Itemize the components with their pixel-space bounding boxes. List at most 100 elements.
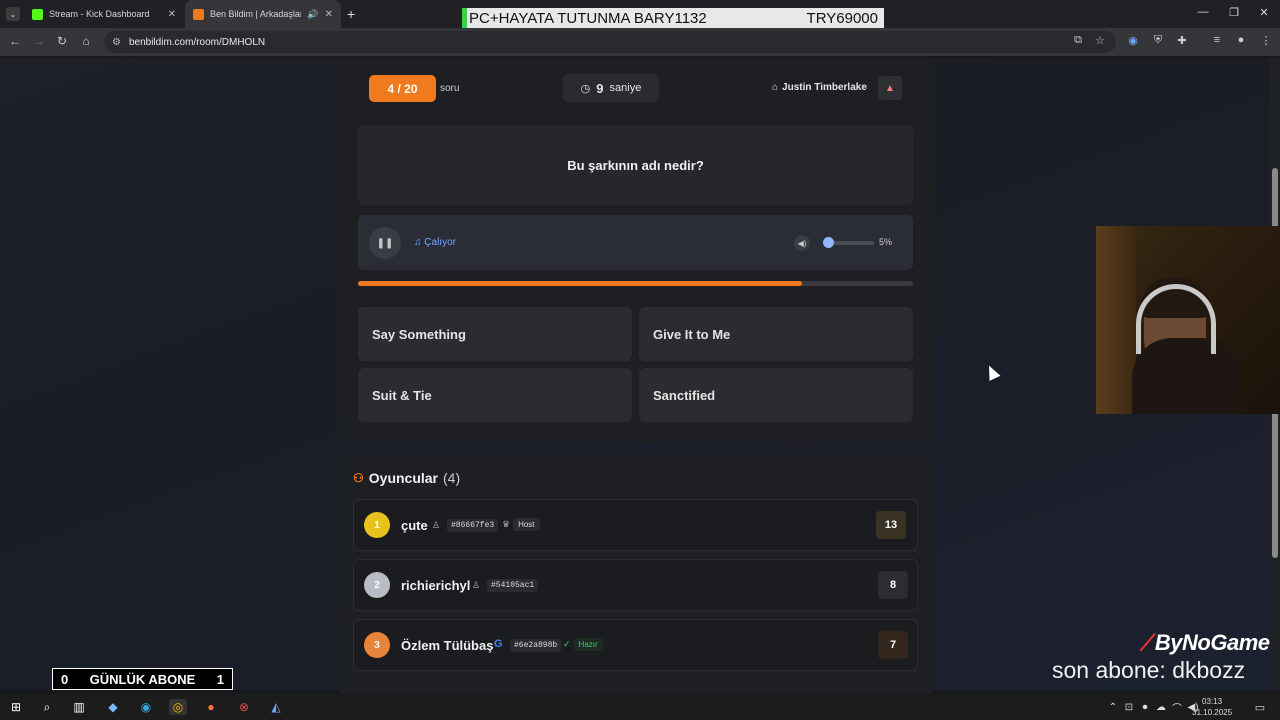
minimize-icon[interactable]: — — [1195, 6, 1211, 18]
clock-date: 31.10.2025 — [1192, 708, 1233, 717]
site-info-icon[interactable]: ⚙ — [112, 37, 121, 48]
volume-icon[interactable]: ◀) — [794, 235, 810, 251]
install-app-icon[interactable]: ⧉ — [1070, 34, 1086, 47]
music-note-icon: ♫ — [414, 237, 422, 248]
timer: ◷ 9 saniye — [563, 74, 659, 102]
start-icon[interactable]: ⊞ — [7, 699, 25, 715]
time-progress-fill — [358, 281, 802, 286]
artist-tag: ⌂ Justin Timberlake — [772, 82, 867, 93]
timer-unit: saniye — [609, 82, 642, 94]
player-id-tag: #86667fe3 — [447, 519, 499, 532]
sub-count-left: 0 — [61, 671, 69, 687]
kick-icon — [32, 8, 43, 20]
sub-count-right: 1 — [216, 671, 224, 687]
question-progress-badge: 4 / 20 — [369, 75, 436, 102]
steam-icon[interactable]: ◭ — [267, 699, 285, 715]
tab-benbildim[interactable]: Ben Bildim | Arkadaşlarınla 🔊 ✕ — [185, 0, 341, 28]
sub-label: GÜNLÜK ABONE — [89, 671, 196, 687]
users-icon: ⚇ — [353, 471, 364, 485]
artist-name: Justin Timberlake — [782, 82, 867, 93]
ticker-goal: PC+HAYATA TUTUNMA BARY1132 — [469, 9, 707, 27]
close-window-icon[interactable]: ✕ — [1256, 6, 1272, 19]
volume-percent: 5% — [879, 237, 893, 247]
players-count: (4) — [443, 470, 461, 486]
answer-option-2[interactable]: Give It to Me — [639, 307, 913, 361]
new-tab-button[interactable]: + — [347, 6, 355, 22]
search-icon[interactable]: ⌕ — [38, 699, 56, 715]
question-progress-suffix: soru — [440, 83, 460, 94]
player-name: çute — [401, 518, 428, 533]
answer-option-3[interactable]: Suit & Tie — [358, 368, 632, 422]
windows-taskbar — [0, 694, 1280, 720]
ready-badge: ✓ Hazır — [563, 638, 603, 651]
warning-icon: ▲ — [885, 82, 895, 94]
restore-icon[interactable]: ❐ — [1226, 6, 1242, 19]
tag-icon: ⌂ — [772, 82, 779, 93]
player-id-tag: #54105ac1 — [487, 579, 539, 592]
media-controls-icon[interactable]: ≡ — [1209, 34, 1225, 46]
player-name: richierichyl — [401, 578, 471, 593]
crown-icon: ♛ — [502, 519, 511, 529]
brand-text: ByNoGame — [1154, 630, 1270, 655]
firefox-icon[interactable]: ● — [202, 699, 220, 715]
pause-button[interactable]: ❚❚ — [369, 227, 401, 259]
tab-kick-dashboard[interactable]: Stream - Kick Dashboard ✕ — [24, 0, 184, 28]
close-icon[interactable]: ✕ — [162, 9, 176, 20]
back-icon[interactable]: ← — [7, 34, 23, 48]
webcam-feed — [1096, 226, 1280, 414]
tab-title: Stream - Kick Dashboard — [49, 9, 150, 19]
report-button[interactable]: ▲ — [878, 76, 902, 100]
task-view-icon[interactable]: ▥ — [70, 699, 88, 715]
tab-search-icon[interactable]: ⌄ — [6, 7, 20, 21]
playing-label: Çalıyor — [424, 237, 456, 248]
ready-label: Hazır — [573, 638, 603, 651]
reload-icon[interactable]: ↻ — [54, 34, 70, 48]
player-score: 13 — [876, 511, 906, 539]
user-icon: ♙ — [472, 580, 481, 590]
daily-subscriber-counter: 0 GÜNLÜK ABONE 1 — [52, 668, 233, 690]
rank-badge: 3 — [364, 632, 390, 658]
answer-option-1[interactable]: Say Something — [358, 307, 632, 361]
check-circle-icon: ✓ — [563, 639, 571, 649]
extensions-icon[interactable]: ✚ — [1174, 34, 1190, 47]
url-text: benbildim.com/room/DMHOLN — [128, 36, 266, 48]
notification-icon[interactable]: ▭ — [1251, 699, 1269, 715]
question-card: Bu şarkının adı nedir? — [358, 125, 913, 205]
host-badge: ♛ Host — [502, 518, 540, 531]
clock-icon: ◷ — [580, 82, 591, 95]
shield-icon[interactable]: ⛨ — [1150, 34, 1166, 47]
host-label: Host — [513, 518, 540, 531]
menu-icon[interactable]: ⋮ — [1258, 34, 1274, 47]
google-icon: G — [494, 638, 503, 650]
ticker-amount: TRY69000 — [806, 9, 878, 27]
url-field[interactable]: ⚙ benbildim.com/room/DMHOLN — [104, 31, 1116, 53]
system-clock[interactable]: 03:13 31.10.2025 — [1192, 696, 1232, 718]
player-score: 8 — [878, 571, 908, 599]
rank-badge: 2 — [364, 572, 390, 598]
benbildim-icon — [193, 8, 204, 20]
player-id-tag: #6e2a898b — [510, 639, 562, 652]
user-icon: ♙ — [432, 520, 441, 530]
chrome-icon[interactable]: ◎ — [169, 699, 187, 715]
close-icon[interactable]: ✕ — [319, 9, 333, 20]
bookmark-star-icon[interactable]: ☆ — [1092, 34, 1108, 47]
tab-title: Ben Bildim | Arkadaşlarınla — [210, 9, 301, 19]
playing-status: ♫ Çalıyor — [414, 237, 456, 248]
volume-slider-handle[interactable] — [823, 237, 834, 248]
rank-badge: 1 — [364, 512, 390, 538]
brand-mark-icon: ⟋ — [1140, 630, 1155, 655]
player-name: Özlem Tülübaş — [401, 638, 494, 653]
extension-audio-icon[interactable]: ◉ — [1125, 34, 1141, 47]
brand-logo: ⟋ByNoGame — [1140, 630, 1270, 656]
home-icon[interactable]: ⌂ — [78, 34, 94, 48]
game-app-icon[interactable]: ⊗ — [235, 699, 253, 715]
players-title: ⚇ Oyuncular (4) — [353, 470, 460, 486]
profile-avatar[interactable]: ● — [1233, 34, 1249, 46]
forward-icon[interactable]: → — [31, 34, 47, 48]
player-score: 7 — [878, 631, 908, 659]
edge-icon[interactable]: ◉ — [137, 699, 155, 715]
timer-value: 9 — [596, 80, 604, 96]
copilot-icon[interactable]: ◆ — [104, 699, 122, 715]
speaker-icon[interactable]: 🔊 — [307, 9, 318, 20]
answer-option-4[interactable]: Sanctified — [639, 368, 913, 422]
